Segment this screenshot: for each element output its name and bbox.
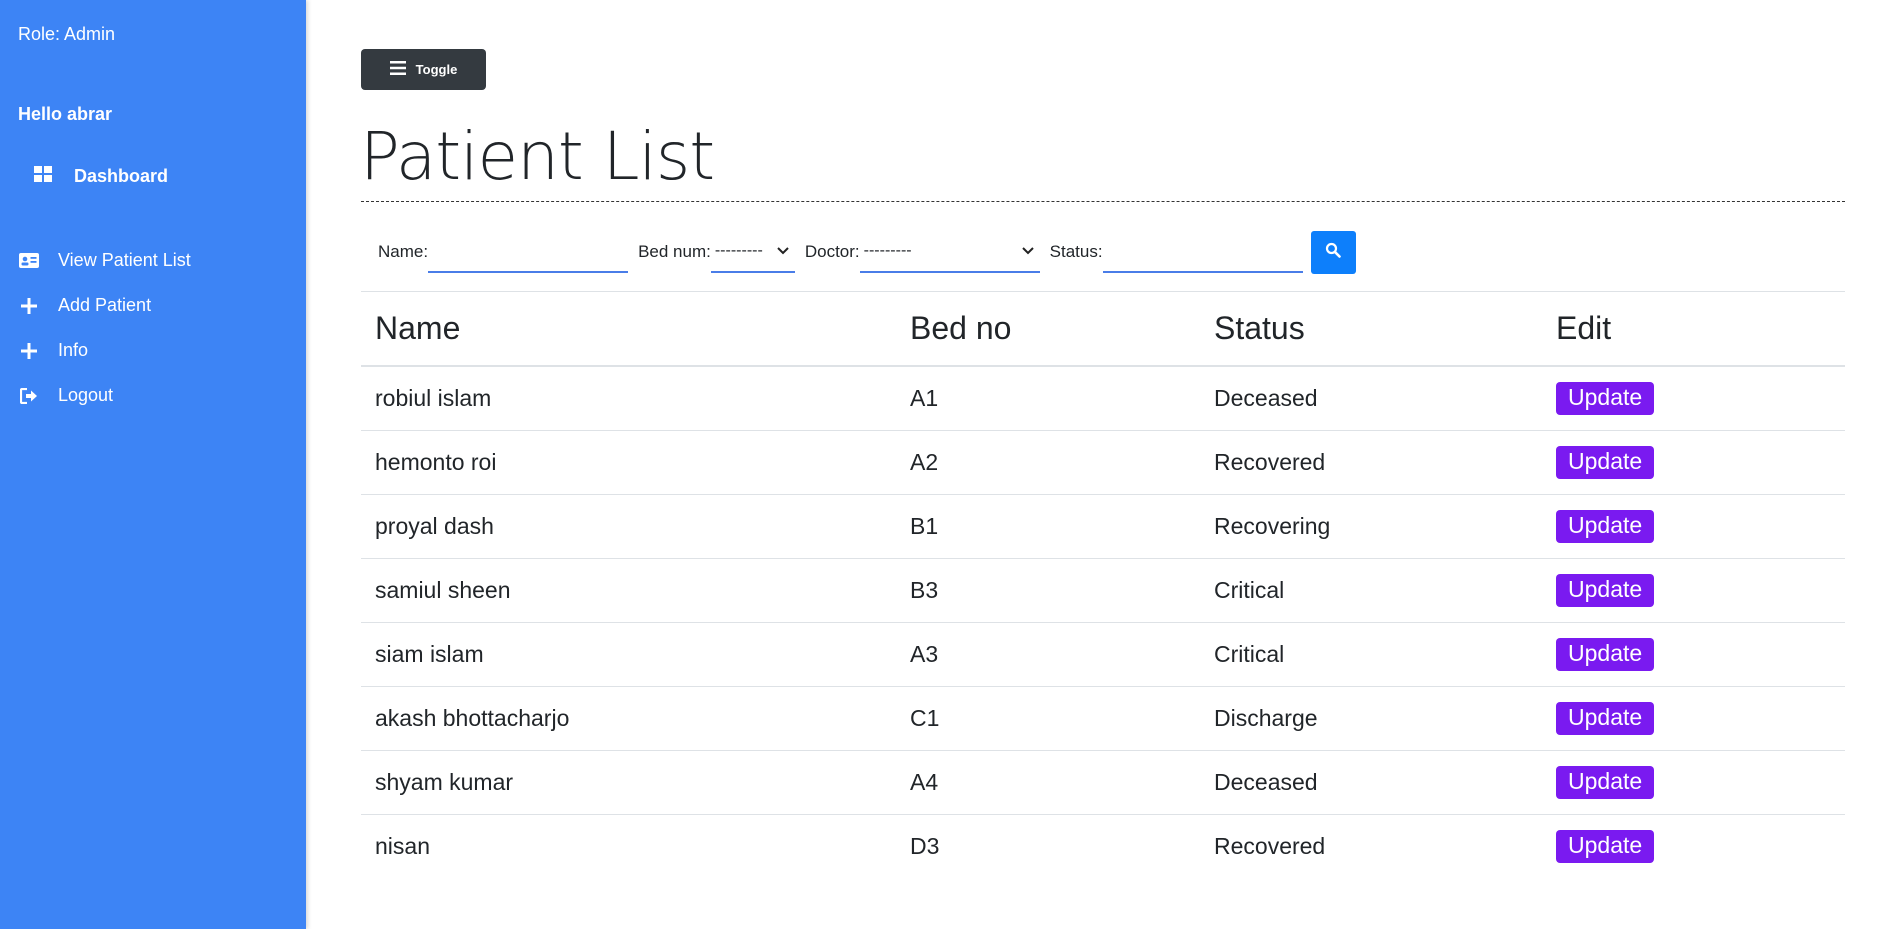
sidebar-item-label: Info [58,340,89,360]
sidebar-item-label: Add Patient [58,295,152,315]
update-button[interactable]: Update [1556,637,1655,671]
patient-bed: A3 [896,622,1200,687]
table-row: akash bhottacharjo C1 Discharge Update [361,686,1845,751]
status-filter-input[interactable] [1102,231,1303,273]
patient-name: proyal dash [361,494,896,559]
logout-icon [18,387,40,404]
filter-bar: Name: Bed num: --------- Doctor: -------… [378,230,1356,274]
edit-cell: Update [1542,622,1845,687]
patient-name: akash bhottacharjo [361,686,896,751]
patient-status: Deceased [1200,750,1542,815]
patient-name: hemonto roi [361,430,896,495]
patient-name: shyam kumar [361,750,896,815]
table-row: siam islam A3 Critical Update [361,622,1845,687]
search-icon [1325,242,1341,263]
search-button[interactable] [1310,230,1356,274]
table-header-row: Name Bed no Status Edit [361,292,1845,367]
patient-status: Discharge [1200,686,1542,751]
edit-cell: Update [1542,494,1845,559]
patient-bed: B3 [896,558,1200,623]
sidebar-item-view-patient-list[interactable]: View Patient List [18,238,191,283]
table-row: proyal dash B1 Recovering Update [361,494,1845,559]
toggle-label: Toggle [415,62,458,77]
patient-name: robiul islam [361,366,896,431]
edit-cell: Update [1542,366,1845,431]
toggle-button[interactable]: Toggle [361,49,486,90]
doctor-filter-select[interactable]: --------- [859,231,1040,273]
edit-cell: Update [1542,814,1845,878]
bed-filter-value: --------- [714,242,763,259]
patient-bed: A1 [896,366,1200,431]
patient-name: nisan [375,832,430,859]
hamburger-icon [389,61,406,78]
patient-table: Name Bed no Status Edit robiul islam A1 … [361,292,1845,878]
table-row: shyam kumar A4 Deceased Update [361,750,1845,815]
bed-filter-label: Bed num: [638,242,711,261]
sidebar-item-label: Logout [58,385,114,405]
update-button[interactable]: Update [1556,765,1655,799]
update-button[interactable]: Update [1556,829,1655,863]
update-button[interactable]: Update [1556,573,1655,607]
patient-name: samiul sheen [361,558,896,623]
sidebar-item-info[interactable]: Info [18,328,191,373]
sidebar-item-dashboard[interactable]: Dashboard [34,166,168,187]
patient-name: siam islam [361,622,896,687]
table-row: samiul sheen B3 Critical Update [361,558,1845,623]
sidebar-item-logout[interactable]: Logout [18,373,191,418]
patient-status: Critical [1200,558,1542,623]
edit-cell: Update [1542,750,1845,815]
dashboard-grid-icon [34,166,52,187]
table-row: nisan D3 Recovered Update [361,814,1845,878]
title-divider [361,201,1845,202]
chevron-down-icon [777,242,789,260]
sidebar-item-add-patient[interactable]: Add Patient [18,283,191,328]
column-header-bed: Bed no [896,292,1200,367]
update-button[interactable]: Update [1556,381,1655,415]
patient-status: Recovered [1200,430,1542,495]
column-header-status: Status [1200,292,1542,367]
name-filter-input[interactable] [428,231,629,273]
update-button[interactable]: Update [1556,701,1655,735]
id-card-icon [18,253,40,268]
sidebar-nav: View Patient List Add Patient Info Logou… [18,238,191,418]
patient-status: Critical [1200,622,1542,687]
column-header-name: Name [361,292,896,367]
page-title: Patient List [360,118,715,195]
sidebar-item-label: Dashboard [74,166,169,186]
patient-status: Recovering [1200,494,1542,559]
patient-bed: C1 [896,686,1200,751]
patient-bed: A4 [896,750,1200,815]
bed-filter-select[interactable]: --------- [710,231,795,273]
doctor-filter-value: --------- [863,242,912,259]
patient-bed: B1 [896,494,1200,559]
edit-cell: Update [1542,430,1845,495]
table-row: hemonto roi A2 Recovered Update [361,430,1845,495]
column-header-edit: Edit [1542,292,1845,367]
edit-cell: Update [1542,686,1845,751]
patient-status: Deceased [1200,366,1542,431]
table-row: robiul islam A1 Deceased Update [361,366,1845,431]
update-button[interactable]: Update [1556,509,1655,543]
plus-icon [18,297,40,314]
status-filter-label: Status: [1049,242,1103,261]
patient-bed: A2 [896,430,1200,495]
edit-cell: Update [1542,558,1845,623]
greeting: Hello abrar [18,104,113,124]
update-button[interactable]: Update [1556,445,1655,479]
patient-bed: D3 [910,832,940,859]
plus-icon [18,342,40,359]
patient-status: Recovered [1214,832,1326,859]
chevron-down-icon [1021,242,1034,260]
sidebar: Role: Admin Hello abrar Dashboard View P… [0,0,306,929]
name-filter-label: Name: [378,242,429,261]
sidebar-item-label: View Patient List [58,250,191,270]
role-label: Role: Admin [18,24,116,44]
doctor-filter-label: Doctor: [804,242,860,261]
